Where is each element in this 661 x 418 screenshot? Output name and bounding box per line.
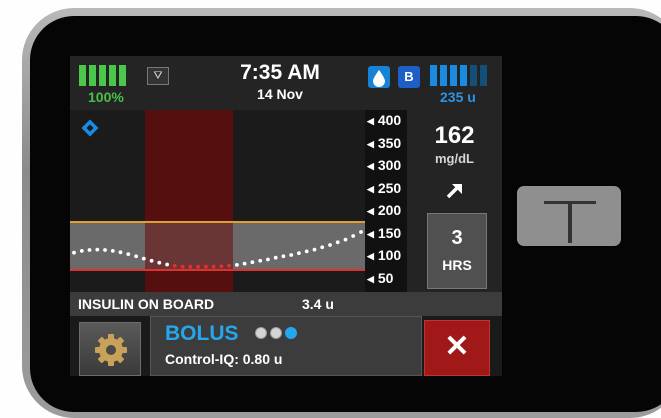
cgm-point [242, 261, 247, 266]
bottom-bar: BOLUS Control-IQ: 0.80 u ✕ [70, 316, 502, 376]
progress-dot [285, 327, 297, 339]
bolus-button[interactable]: BOLUS Control-IQ: 0.80 u [150, 316, 422, 376]
gear-icon [95, 334, 127, 366]
y-tick-label: ◀ 200 [367, 202, 402, 219]
signal-icon: ⛛ [147, 67, 169, 85]
cgm-point [343, 237, 348, 242]
y-tick-label: ◀ 400 [367, 112, 402, 128]
graph-range-number: 3 [451, 227, 463, 249]
y-tick-label: ◀ 50 [367, 270, 394, 286]
bg-unit: mg/dL [435, 151, 474, 166]
cancel-button[interactable]: ✕ [424, 320, 490, 376]
cgm-point [297, 251, 301, 256]
cgm-point [95, 247, 100, 252]
cgm-point [72, 250, 76, 255]
y-tick-value: 200 [377, 202, 402, 219]
pump-screen: 100% ⛛ 7:35 AM 14 Nov B 235 u ◀ 400 ◀ 350… [70, 56, 502, 376]
cgm-point [126, 252, 131, 256]
cgm-point [141, 256, 146, 261]
cgm-point [219, 264, 224, 269]
cgm-point [235, 263, 239, 267]
y-tick-value: 300 [377, 157, 402, 174]
cgm-point [87, 248, 92, 252]
y-tick-value: 150 [377, 224, 402, 241]
cgm-point [103, 248, 107, 252]
cgm-point [227, 263, 232, 268]
cgm-point [196, 264, 200, 269]
cgm-point [312, 247, 317, 252]
cgm-point [351, 234, 356, 238]
y-axis: ◀ 400 ◀ 350 ◀ 300 ◀ 250 ◀ 200 ◀ 150 ◀ 100 ◀ 50 [365, 110, 407, 292]
cgm-point [157, 260, 162, 265]
cgm-point [172, 263, 177, 268]
bg-value: 162 [434, 122, 475, 149]
insulin-on-board-bar: INSULIN ON BOARD 3.4 u [70, 292, 502, 316]
battery-percent: 100% [88, 89, 124, 105]
y-tick-label: ◀ 250 [367, 179, 402, 196]
cgm-point [320, 245, 325, 250]
y-tick-value: 50 [377, 270, 394, 286]
bolus-progress-dots [255, 327, 297, 339]
cgm-point [211, 264, 216, 269]
cgm-point [328, 243, 332, 247]
y-tick-value: 250 [377, 179, 402, 196]
bolus-label: BOLUS [165, 322, 239, 345]
cgm-point [165, 262, 169, 267]
cgm-point [273, 255, 278, 260]
cgm-point [149, 258, 154, 263]
insulin-remaining: 235 u [440, 89, 476, 105]
options-button[interactable] [79, 322, 141, 376]
y-tick-label: ◀ 150 [367, 224, 402, 241]
trend-arrow-icon [446, 184, 462, 199]
home-button[interactable] [517, 186, 621, 246]
control-iq-amount: Control-IQ: 0.80 u [165, 351, 283, 367]
progress-dot [270, 327, 282, 339]
bluetooth-badge: B [398, 66, 420, 88]
iob-value: 3.4 u [302, 296, 334, 312]
cgm-graph [70, 110, 365, 292]
y-tick-value: 350 [377, 134, 402, 151]
clock-date: 14 Nov [257, 86, 303, 102]
y-tick-label: ◀ 100 [367, 247, 402, 264]
iob-label: INSULIN ON BOARD [78, 296, 215, 312]
y-tick-value: 400 [377, 112, 402, 128]
battery-icon [79, 65, 126, 86]
cgm-point [118, 250, 123, 255]
graph-range-label: HRS [442, 257, 472, 273]
cgm-point [359, 230, 363, 234]
cgm-point [258, 258, 263, 263]
bg-panel: 162 mg/dL 3 HRS [407, 110, 502, 292]
cgm-point [204, 264, 208, 269]
cgm-chart [70, 110, 365, 292]
cgm-point [304, 249, 309, 254]
insulin-drop-icon [368, 66, 390, 88]
cgm-point [250, 260, 255, 265]
cgm-point [110, 249, 115, 253]
graph-range-button[interactable]: 3 HRS [427, 213, 487, 289]
cgm-point [335, 240, 340, 245]
cgm-point [188, 264, 193, 269]
reservoir-icon [430, 65, 487, 86]
y-tick-value: 100 [377, 247, 402, 264]
y-tick-label: ◀ 350 [367, 134, 402, 151]
cgm-point [134, 254, 138, 259]
cgm-point [180, 264, 185, 269]
cgm-point [289, 253, 294, 257]
cgm-point [266, 257, 270, 262]
status-bar: 100% ⛛ 7:35 AM 14 Nov B 235 u [70, 56, 502, 110]
close-icon: ✕ [444, 330, 470, 363]
t-logo-icon [544, 201, 596, 243]
cgm-point [79, 249, 84, 253]
cgm-point [281, 254, 286, 259]
y-tick-label: ◀ 300 [367, 157, 402, 174]
progress-dot [255, 327, 267, 339]
clock-time: 7:35 AM [240, 61, 320, 84]
